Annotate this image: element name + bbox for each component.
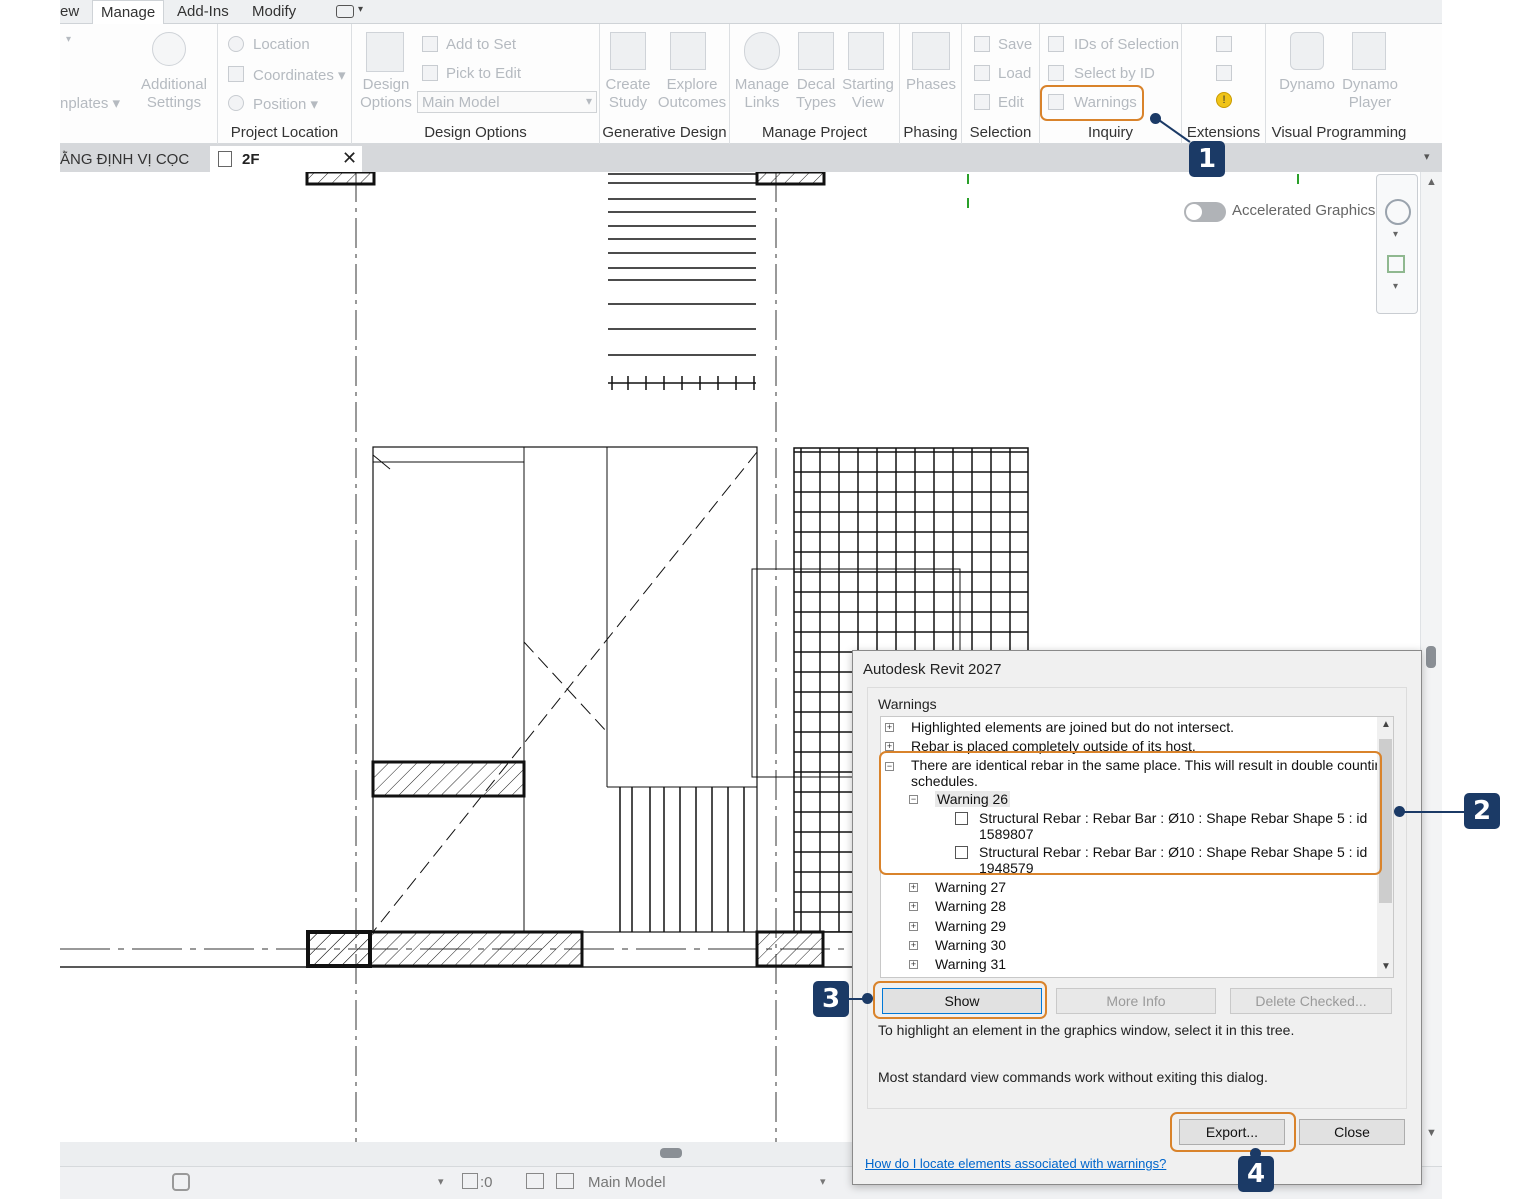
callout-badge-2: 2 bbox=[1464, 793, 1500, 829]
callout-badge-1: 1 bbox=[1189, 141, 1225, 177]
callout-badge-3: 3 bbox=[813, 981, 849, 1017]
callout-badge-4: 4 bbox=[1238, 1156, 1274, 1192]
callout-leader-2 bbox=[1400, 811, 1464, 813]
callout-dot-1 bbox=[1150, 113, 1161, 124]
callout-dot-3 bbox=[862, 993, 873, 1004]
callout-leaders bbox=[1155, 117, 1191, 143]
callout-leader-3 bbox=[849, 998, 863, 1000]
